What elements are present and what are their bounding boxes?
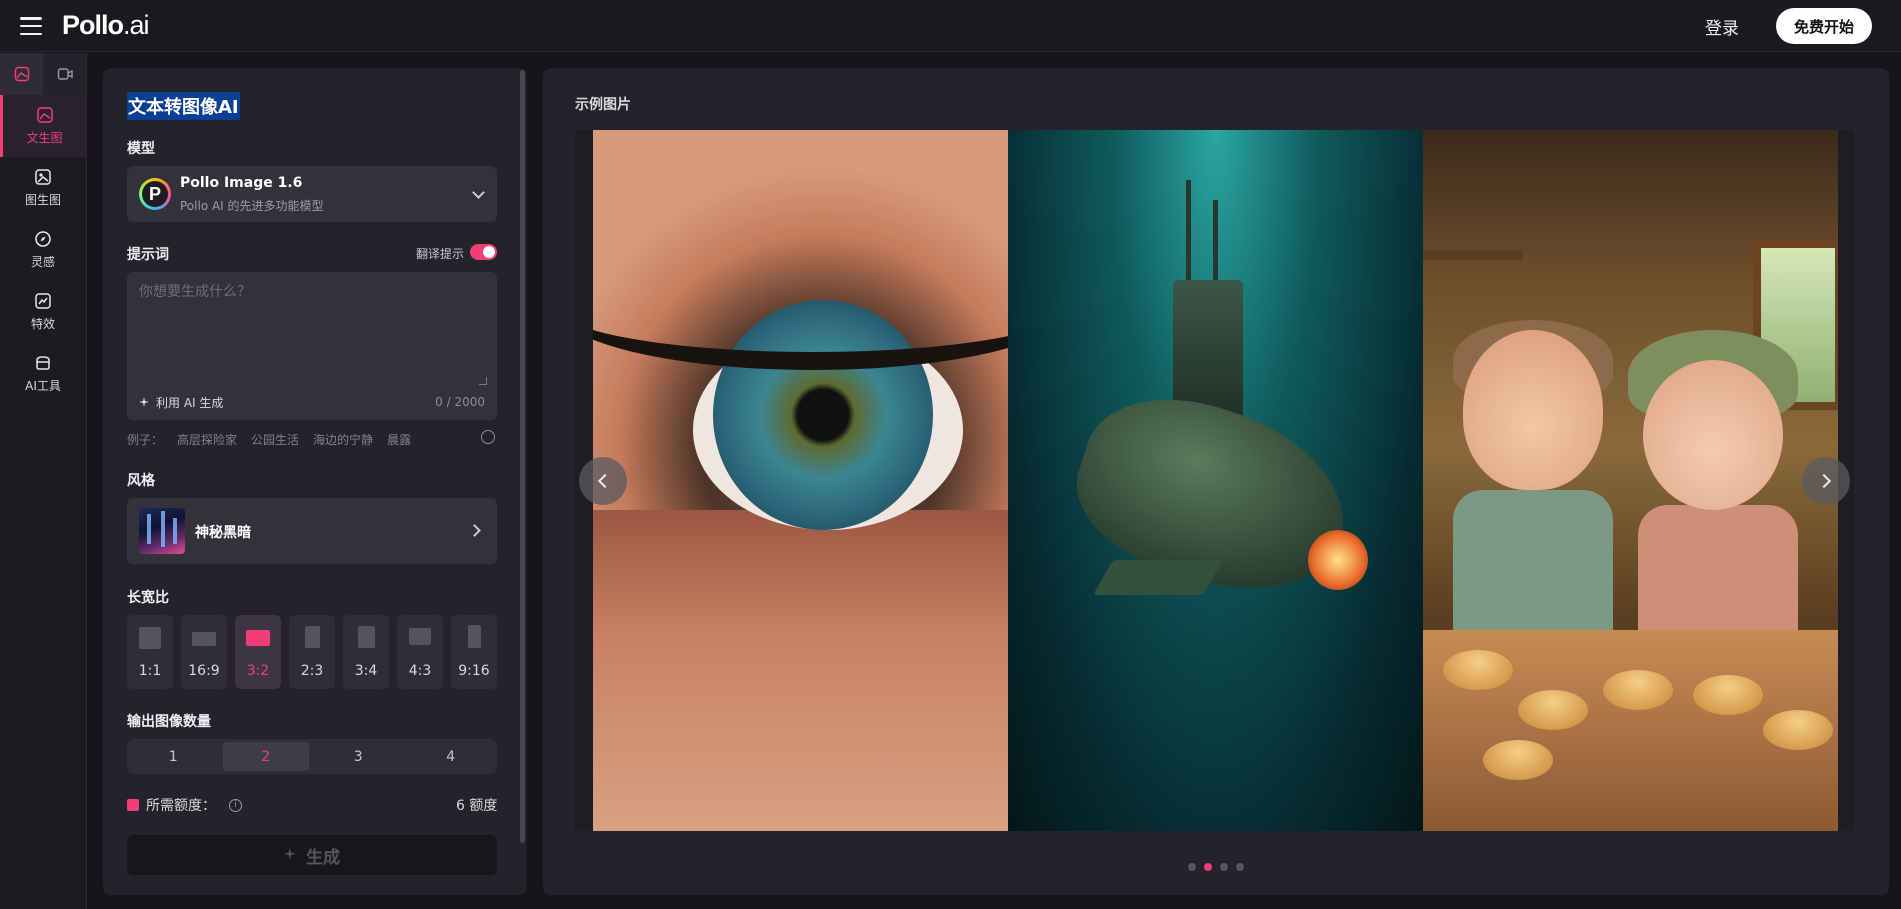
- ratio-3-2[interactable]: 3:2: [235, 615, 281, 689]
- image-icon: [14, 66, 29, 82]
- sidebar-item-effects[interactable]: 特效: [0, 281, 86, 343]
- example-chip[interactable]: 晨露: [387, 431, 411, 448]
- ratio-label: 长宽比: [127, 590, 169, 606]
- top-bar: Pollo.ai 登录 免费开始: [0, 0, 1901, 52]
- previous-arrow-icon[interactable]: [579, 457, 627, 505]
- page-title: 文本转图像AI: [127, 92, 240, 120]
- aspect-ratio-group: 1:1 16:9 3:2 2:3 3:4 4:3 9:16: [127, 615, 497, 689]
- model-label: 模型: [127, 141, 155, 157]
- start-free-button[interactable]: 免费开始: [1776, 8, 1872, 44]
- login-link[interactable]: 登录: [1705, 14, 1739, 39]
- showcase-title: 示例图片: [575, 97, 631, 113]
- style-thumbnail: [139, 508, 185, 554]
- next-arrow-icon[interactable]: [1802, 457, 1850, 505]
- tab-image-mode[interactable]: [0, 53, 43, 95]
- resize-handle-icon[interactable]: [479, 377, 487, 385]
- carousel-dot[interactable]: [1220, 863, 1228, 871]
- tab-video-mode[interactable]: [43, 53, 86, 95]
- ratio-3-4[interactable]: 3:4: [343, 615, 389, 689]
- credit-label: 所需额度：: [146, 798, 216, 814]
- credit-value: 6 额度: [456, 798, 498, 814]
- sidebar-item-label: AI工具: [25, 379, 61, 393]
- toolbox-icon: [36, 356, 50, 370]
- carousel-dot[interactable]: [1188, 863, 1196, 871]
- sidebar-item-label: 特效: [30, 317, 55, 331]
- style-label: 风格: [127, 473, 155, 489]
- sparkle-icon: [284, 848, 296, 860]
- character-counter: 0 / 2000: [435, 395, 485, 409]
- refresh-icon[interactable]: [481, 430, 495, 444]
- generate-button[interactable]: 生成: [127, 835, 497, 875]
- example-image-submarine[interactable]: [1008, 130, 1423, 831]
- image-count-group: 1 2 3 4: [127, 739, 497, 774]
- ratio-4-3[interactable]: 4:3: [397, 615, 443, 689]
- sidebar-item-text-to-image[interactable]: 文生图: [0, 95, 86, 157]
- chevron-down-icon: [472, 186, 485, 199]
- sidebar-item-ai-tools[interactable]: AI工具: [0, 343, 86, 405]
- count-option[interactable]: 3: [315, 742, 402, 771]
- example-chip[interactable]: 公园生活: [251, 431, 299, 448]
- credit-row: 所需额度： i: [127, 795, 242, 815]
- panel-scrollbar[interactable]: [520, 70, 525, 843]
- example-gallery: [575, 130, 1854, 831]
- sidebar-item-inspiration[interactable]: 灵感: [0, 219, 86, 281]
- chevron-right-icon: [468, 524, 481, 537]
- count-label: 输出图像数量: [127, 714, 211, 730]
- carousel-dot[interactable]: [1236, 863, 1244, 871]
- credits-icon: [127, 799, 139, 811]
- sidebar-item-label: 图生图: [24, 193, 61, 207]
- ratio-16-9[interactable]: 16:9: [181, 615, 227, 689]
- sidebar-item-image-to-image[interactable]: 图生图: [0, 157, 86, 219]
- carousel-dot[interactable]: [1204, 863, 1212, 871]
- effects-icon: [35, 293, 51, 309]
- sidebar-item-label: 灵感: [30, 255, 55, 269]
- translate-toggle[interactable]: [470, 244, 497, 260]
- ratio-1-1[interactable]: 1:1: [127, 615, 173, 689]
- prompt-label: 提示词: [127, 247, 169, 263]
- model-select[interactable]: P Pollo Image 1.6 Pollo AI 的先进多功能模型: [127, 166, 497, 222]
- prompt-box: 利用 AI 生成 0 / 2000: [127, 272, 497, 420]
- count-option[interactable]: 4: [408, 742, 495, 771]
- count-option[interactable]: 1: [130, 742, 217, 771]
- ai-generate-button[interactable]: 利用 AI 生成: [139, 394, 223, 411]
- example-chip[interactable]: 海边的宁静: [313, 431, 373, 448]
- model-description: Pollo AI 的先进多功能模型: [180, 199, 324, 213]
- count-option[interactable]: 2: [222, 742, 309, 771]
- prompt-input[interactable]: [127, 272, 497, 392]
- translate-label: 翻译提示: [416, 247, 465, 261]
- sidebar-item-label: 文生图: [26, 131, 63, 145]
- example-chip[interactable]: 高层探险家: [177, 431, 237, 448]
- video-icon: [57, 68, 73, 80]
- style-name: 神秘黑暗: [195, 525, 251, 541]
- model-name: Pollo Image 1.6: [180, 175, 303, 191]
- left-rail: 文生图 图生图 灵感 特效 AI工具: [0, 53, 87, 909]
- prompt-examples: 例子： 高层探险家 公园生活 海边的宁静 晨露: [127, 431, 411, 448]
- image-gen-icon: [36, 107, 53, 123]
- ratio-2-3[interactable]: 2:3: [289, 615, 335, 689]
- sparkle-icon: [139, 396, 149, 407]
- examples-label: 例子：: [127, 433, 164, 447]
- logo[interactable]: Pollo.ai: [62, 10, 150, 41]
- menu-icon[interactable]: [20, 17, 42, 35]
- rail-mode-tabs: [0, 53, 86, 95]
- compass-icon: [35, 231, 51, 247]
- example-image-bakery[interactable]: [1423, 130, 1838, 831]
- example-image-eye[interactable]: [593, 130, 1008, 831]
- pollo-logo-icon: P: [139, 178, 171, 210]
- carousel-dots: [1188, 863, 1244, 871]
- image-to-image-icon: [35, 169, 51, 185]
- style-select[interactable]: 神秘黑暗: [127, 498, 497, 564]
- info-icon[interactable]: i: [229, 798, 242, 812]
- ratio-9-16[interactable]: 9:16: [451, 615, 497, 689]
